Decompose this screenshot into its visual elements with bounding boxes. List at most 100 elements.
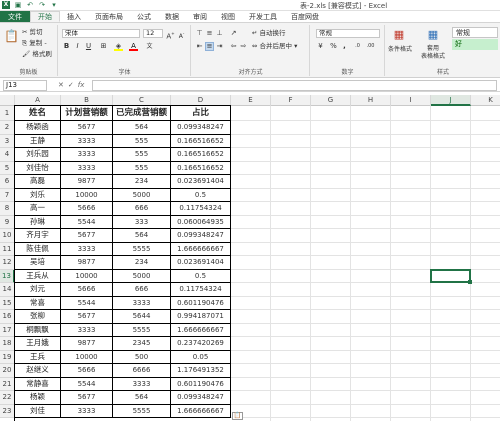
tab-3[interactable]: 页面布局 bbox=[88, 11, 130, 22]
wrap-text-button[interactable]: ↵ 自动换行 bbox=[252, 29, 286, 38]
currency-icon[interactable]: ¥ bbox=[316, 42, 325, 51]
ratio-cell[interactable]: 0.237420269 bbox=[171, 337, 231, 351]
done-cell[interactable]: 500 bbox=[113, 350, 171, 364]
style-normal[interactable]: 常规 bbox=[452, 27, 498, 38]
row-header-3[interactable]: 3 bbox=[0, 134, 15, 148]
column-header-I[interactable]: I bbox=[391, 95, 431, 106]
column-header-D[interactable]: D bbox=[171, 95, 231, 106]
row-header-12[interactable]: 12 bbox=[0, 256, 15, 270]
tab-6[interactable]: 审阅 bbox=[186, 11, 214, 22]
align-top-icon[interactable]: ⊤ bbox=[195, 29, 204, 38]
tab-0[interactable]: 文件 bbox=[0, 11, 30, 22]
number-format-select[interactable]: 常规 bbox=[316, 29, 380, 38]
tab-9[interactable]: 百度网盘 bbox=[284, 11, 326, 22]
plan-cell[interactable]: 3333 bbox=[61, 404, 113, 418]
done-cell[interactable]: 6666 bbox=[113, 364, 171, 378]
plan-cell[interactable]: 5666 bbox=[61, 283, 113, 297]
name-cell[interactable]: 赵继义 bbox=[15, 364, 61, 378]
plan-cell[interactable]: 5666 bbox=[61, 364, 113, 378]
merge-center-button[interactable]: ⇔ 合并后居中 ▾ bbox=[252, 42, 297, 51]
cancel-icon[interactable]: ✕ bbox=[58, 80, 64, 91]
italic-icon[interactable]: I bbox=[73, 42, 82, 51]
done-cell[interactable]: 5000 bbox=[113, 269, 171, 283]
done-cell[interactable]: 666 bbox=[113, 202, 171, 216]
align-bottom-icon[interactable]: ⊥ bbox=[215, 29, 224, 38]
done-cell[interactable]: 234 bbox=[113, 175, 171, 189]
row-header-18[interactable]: 18 bbox=[0, 337, 15, 351]
row-header-17[interactable]: 17 bbox=[0, 323, 15, 337]
plan-cell[interactable]: 10000 bbox=[61, 269, 113, 283]
plan-cell[interactable]: 3333 bbox=[61, 161, 113, 175]
table-header-cell[interactable]: 姓名 bbox=[15, 106, 61, 121]
row-header-22[interactable]: 22 bbox=[0, 391, 15, 405]
name-cell[interactable]: 孙琳 bbox=[15, 215, 61, 229]
done-cell[interactable]: 5644 bbox=[113, 310, 171, 324]
name-cell[interactable]: 常静喜 bbox=[15, 377, 61, 391]
underline-icon[interactable]: U bbox=[84, 42, 93, 51]
plan-cell[interactable]: 5677 bbox=[61, 229, 113, 243]
done-cell[interactable]: 3333 bbox=[113, 296, 171, 310]
name-cell[interactable]: 刘乐 bbox=[15, 188, 61, 202]
name-cell[interactable]: 杨颖函 bbox=[15, 121, 61, 135]
row-header-16[interactable]: 16 bbox=[0, 310, 15, 324]
row-header-15[interactable]: 15 bbox=[0, 296, 15, 310]
ratio-cell[interactable]: 0.099348247 bbox=[171, 121, 231, 135]
plan-cell[interactable]: 5677 bbox=[61, 310, 113, 324]
paste-icon[interactable]: 📋 bbox=[4, 27, 19, 45]
name-cell[interactable]: 刘元 bbox=[15, 283, 61, 297]
ratio-cell[interactable]: 0.601190476 bbox=[171, 377, 231, 391]
align-left-icon[interactable]: ⇤ bbox=[195, 42, 204, 51]
plan-cell[interactable]: 5677 bbox=[61, 121, 113, 135]
align-center-icon[interactable]: ≡ bbox=[205, 42, 214, 51]
style-good[interactable]: 好 bbox=[452, 39, 498, 50]
ratio-cell[interactable]: 0.060064935 bbox=[171, 215, 231, 229]
ratio-cell[interactable]: 0.166516652 bbox=[171, 134, 231, 148]
function-icon[interactable]: fx bbox=[78, 80, 85, 91]
row-header-14[interactable]: 14 bbox=[0, 283, 15, 297]
formula-input[interactable] bbox=[92, 80, 497, 91]
done-cell[interactable]: 5555 bbox=[113, 323, 171, 337]
tab-4[interactable]: 公式 bbox=[130, 11, 158, 22]
table-format-label[interactable]: 套用 表格格式 bbox=[416, 45, 450, 61]
ratio-cell[interactable]: 0.099348247 bbox=[171, 391, 231, 405]
column-header-A[interactable]: A bbox=[15, 95, 61, 106]
row-header-10[interactable]: 10 bbox=[0, 229, 15, 243]
ratio-cell[interactable]: 0.05 bbox=[171, 350, 231, 364]
undo-icon[interactable]: ↶ bbox=[26, 1, 34, 9]
border-icon[interactable]: ⊞ bbox=[99, 42, 108, 51]
row-header-5[interactable]: 5 bbox=[0, 161, 15, 175]
tab-7[interactable]: 视图 bbox=[214, 11, 242, 22]
grow-font-icon[interactable]: A+ bbox=[166, 29, 175, 40]
name-cell[interactable]: 王静 bbox=[15, 134, 61, 148]
column-header-G[interactable]: G bbox=[311, 95, 351, 106]
ratio-cell[interactable]: 0.023691404 bbox=[171, 256, 231, 270]
decrease-indent-icon[interactable]: ⇦ bbox=[229, 42, 238, 51]
ratio-cell[interactable]: 0.5 bbox=[171, 269, 231, 283]
name-cell[interactable]: 常喜 bbox=[15, 296, 61, 310]
column-header-C[interactable]: C bbox=[113, 95, 171, 106]
row-header-4[interactable]: 4 bbox=[0, 148, 15, 162]
enter-icon[interactable]: ✓ bbox=[68, 80, 74, 91]
ratio-cell[interactable]: 0.11754324 bbox=[171, 283, 231, 297]
name-cell[interactable]: 杨颖 bbox=[15, 391, 61, 405]
plan-cell[interactable]: 3333 bbox=[61, 134, 113, 148]
table-format-icon[interactable]: ▦ bbox=[426, 28, 440, 42]
done-cell[interactable]: 564 bbox=[113, 121, 171, 135]
ratio-cell[interactable]: 0.166516652 bbox=[171, 148, 231, 162]
done-cell[interactable]: 5555 bbox=[113, 242, 171, 256]
ratio-cell[interactable]: 1.176491352 bbox=[171, 364, 231, 378]
ratio-cell[interactable]: 1.666666667 bbox=[171, 323, 231, 337]
row-header-9[interactable]: 9 bbox=[0, 215, 15, 229]
plan-cell[interactable]: 9877 bbox=[61, 337, 113, 351]
plan-cell[interactable]: 3333 bbox=[61, 148, 113, 162]
phonetic-icon[interactable]: 文 bbox=[145, 42, 154, 51]
comma-icon[interactable]: , bbox=[340, 42, 349, 51]
cut-button[interactable]: ✂ 剪切 bbox=[22, 28, 43, 37]
name-box[interactable]: J13 bbox=[3, 80, 47, 91]
name-cell[interactable]: 吴培 bbox=[15, 256, 61, 270]
name-cell[interactable]: 陈佳佩 bbox=[15, 242, 61, 256]
format-painter-button[interactable]: 🖌 格式刷 bbox=[22, 50, 52, 59]
plan-cell[interactable]: 5677 bbox=[61, 391, 113, 405]
name-cell[interactable]: 张柳 bbox=[15, 310, 61, 324]
plan-cell[interactable]: 5544 bbox=[61, 215, 113, 229]
